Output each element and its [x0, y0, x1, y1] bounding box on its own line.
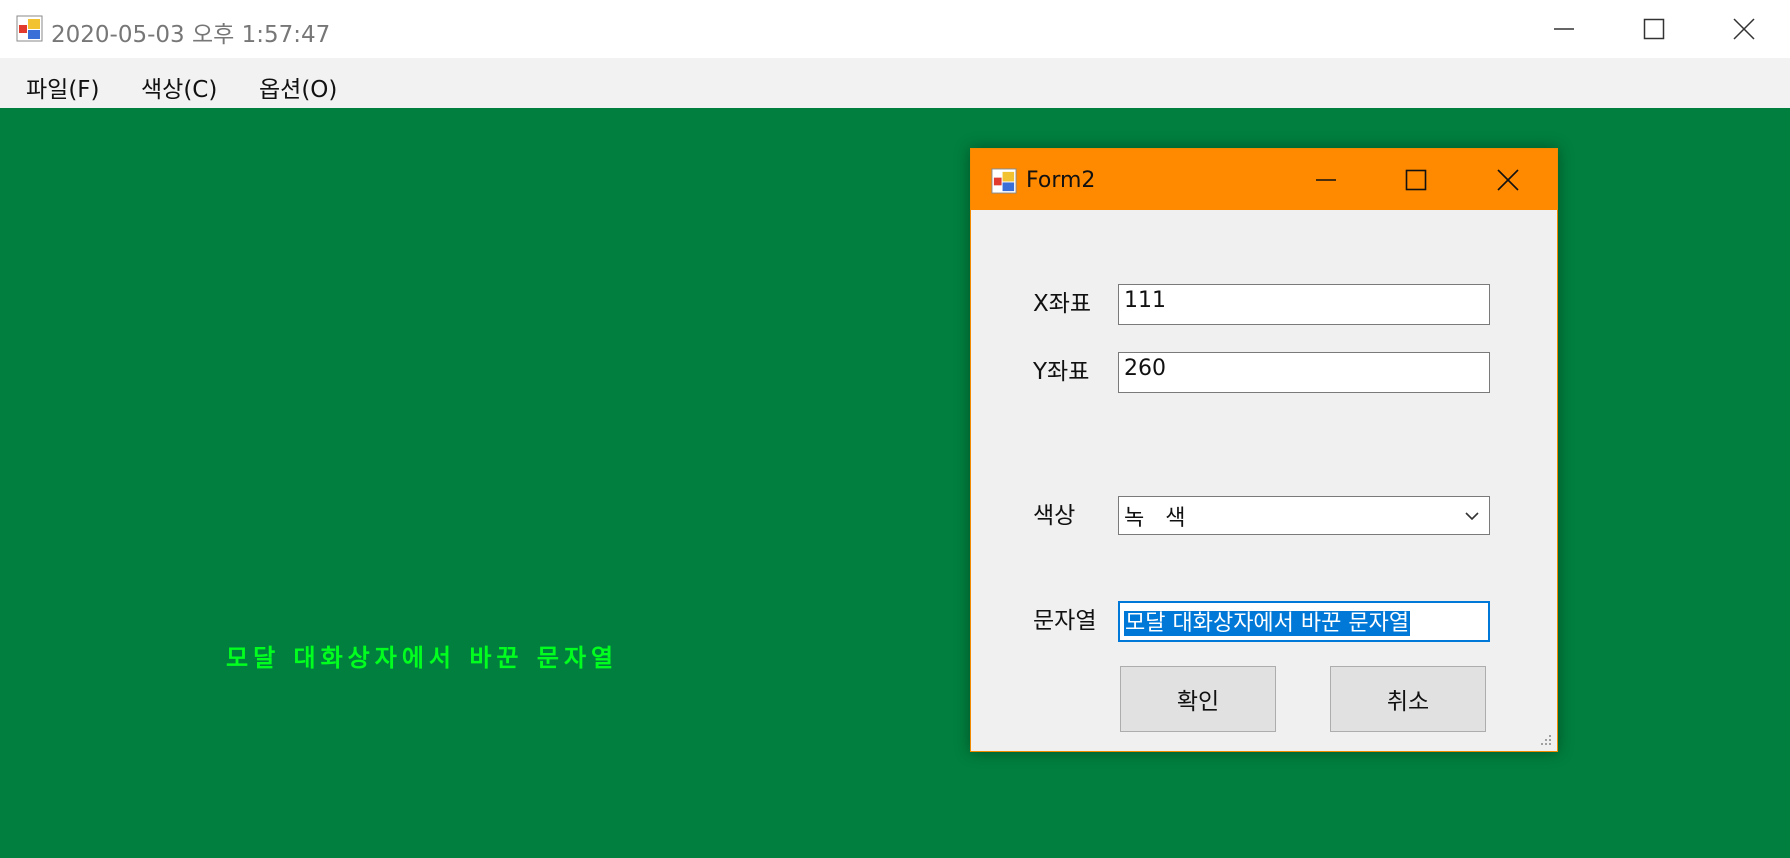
y-coordinate-label: Y좌표 — [1033, 359, 1090, 385]
maximize-icon — [1643, 18, 1665, 40]
close-icon — [1497, 168, 1519, 191]
window-title: 2020-05-03 오후 1:57:47 — [51, 22, 331, 48]
dialog-minimize-button[interactable] — [1281, 149, 1371, 210]
menu-color[interactable]: 색상(C) — [141, 70, 217, 104]
ok-button-label: 확인 — [1176, 689, 1220, 715]
window-titlebar[interactable]: 2020-05-03 오후 1:57:47 — [0, 0, 1790, 58]
app-window-icon — [16, 15, 43, 42]
chevron-down-icon — [1465, 512, 1479, 521]
dialog-titlebar[interactable]: Form2 — [971, 149, 1557, 210]
minimize-button[interactable] — [1518, 0, 1610, 58]
minimize-icon — [1316, 178, 1336, 181]
color-select-value: 녹 색 — [1124, 506, 1186, 531]
x-coordinate-input[interactable]: 111 — [1118, 284, 1490, 325]
y-coordinate-value: 260 — [1124, 356, 1166, 381]
menu-options[interactable]: 옵션(O) — [259, 70, 337, 104]
close-button[interactable] — [1698, 0, 1790, 58]
string-input-selected-text: 모달 대화상자에서 바꾼 문자열 — [1124, 611, 1411, 636]
color-select[interactable]: 녹 색 — [1118, 496, 1490, 535]
dialog-title: Form2 — [1026, 168, 1096, 193]
dialog-maximize-button[interactable] — [1371, 149, 1461, 210]
canvas-drawn-text: 모달 대화상자에서 바꾼 문자열 — [226, 643, 619, 672]
cancel-button[interactable]: 취소 — [1330, 666, 1486, 732]
cancel-button-label: 취소 — [1386, 689, 1430, 715]
dialog-close-button[interactable] — [1463, 149, 1553, 210]
string-label: 문자열 — [1033, 608, 1097, 634]
resize-grip-icon[interactable] — [1539, 733, 1553, 747]
close-icon — [1733, 18, 1755, 40]
ok-button[interactable]: 확인 — [1120, 666, 1276, 732]
string-input[interactable]: 모달 대화상자에서 바꾼 문자열 — [1118, 601, 1490, 642]
color-label: 색상 — [1033, 503, 1076, 529]
menu-file[interactable]: 파일(F) — [26, 70, 100, 104]
form2-dialog: Form2 X좌표 111 Y좌표 260 색상 녹 색 문자열 모달 대화상자… — [970, 148, 1558, 752]
maximize-icon — [1405, 169, 1427, 190]
x-coordinate-label: X좌표 — [1033, 291, 1092, 317]
minimize-icon — [1554, 28, 1574, 30]
menu-bar: 파일(F) 색상(C) 옵션(O) — [0, 58, 1790, 108]
y-coordinate-input[interactable]: 260 — [1118, 352, 1490, 393]
dialog-app-icon — [991, 168, 1017, 194]
x-coordinate-value: 111 — [1124, 288, 1166, 313]
maximize-button[interactable] — [1608, 0, 1700, 58]
